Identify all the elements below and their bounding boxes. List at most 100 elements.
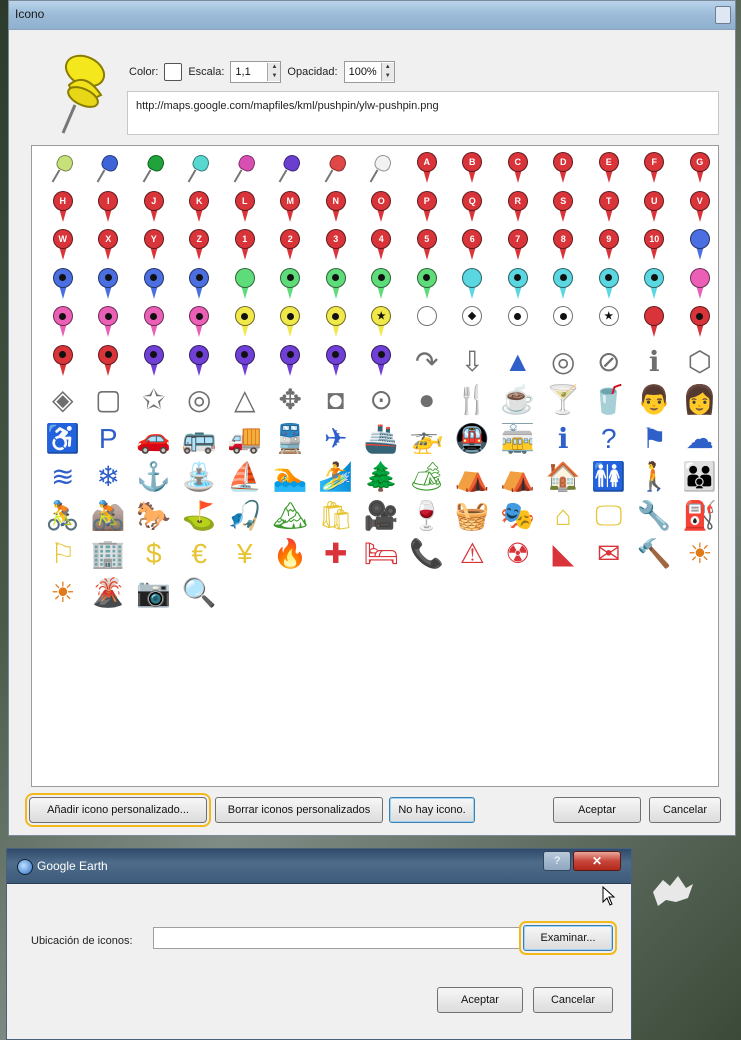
letter-marker-icon[interactable]: Y bbox=[131, 227, 177, 266]
camera-icon[interactable]: 📷 bbox=[131, 574, 177, 613]
letter-marker-icon[interactable]: 10 bbox=[632, 227, 678, 266]
marker-icon[interactable] bbox=[177, 304, 223, 343]
marker-icon[interactable]: ★ bbox=[359, 304, 405, 343]
campground-icon[interactable]: 🏕 bbox=[404, 458, 450, 497]
marker-icon[interactable] bbox=[222, 266, 268, 305]
wheelchair-icon[interactable]: ♿ bbox=[40, 420, 86, 459]
golf-icon[interactable]: ⛳ bbox=[177, 497, 223, 536]
surfing-icon[interactable]: 🏄 bbox=[313, 458, 359, 497]
no-entry-icon[interactable]: ⊘ bbox=[586, 343, 632, 382]
bar-icon[interactable]: 🍸 bbox=[541, 381, 587, 420]
letter-marker-icon[interactable]: 6 bbox=[450, 227, 496, 266]
help-icon[interactable]: ? bbox=[586, 420, 632, 459]
mountain-bike-icon[interactable]: 🚵 bbox=[86, 497, 132, 536]
ge-cancel-button[interactable]: Cancelar bbox=[533, 987, 613, 1013]
tree-icon[interactable]: 🌲 bbox=[359, 458, 405, 497]
accept-button[interactable]: Aceptar bbox=[553, 797, 641, 823]
letter-marker-icon[interactable]: A bbox=[404, 150, 450, 189]
cancel-button[interactable]: Cancelar bbox=[649, 797, 721, 823]
arrow-down-icon[interactable]: ⇩ bbox=[450, 343, 496, 382]
letter-marker-icon[interactable]: C bbox=[495, 150, 541, 189]
cycling-icon[interactable]: 🚴 bbox=[40, 497, 86, 536]
letter-marker-icon[interactable]: R bbox=[495, 189, 541, 228]
letter-marker-icon[interactable]: G bbox=[677, 150, 723, 189]
marker-icon[interactable] bbox=[677, 266, 723, 305]
marker-icon[interactable] bbox=[404, 304, 450, 343]
letter-marker-icon[interactable]: T bbox=[586, 189, 632, 228]
triangle-icon[interactable]: △ bbox=[222, 381, 268, 420]
wrench-icon[interactable]: 🔧 bbox=[632, 497, 678, 536]
horse-icon[interactable]: 🐎 bbox=[131, 497, 177, 536]
letter-marker-icon[interactable]: 7 bbox=[495, 227, 541, 266]
marker-icon[interactable] bbox=[632, 304, 678, 343]
letter-marker-icon[interactable]: 9 bbox=[586, 227, 632, 266]
letter-marker-icon[interactable]: 3 bbox=[313, 227, 359, 266]
anchor-icon[interactable]: ⚓ bbox=[131, 458, 177, 497]
search-icon[interactable]: 🔍 bbox=[177, 574, 223, 613]
ge-accept-button[interactable]: Aceptar bbox=[437, 987, 523, 1013]
fire-icon[interactable]: 🔥 bbox=[268, 535, 314, 574]
marker-icon[interactable] bbox=[268, 343, 314, 382]
hospital-icon[interactable]: ✚ bbox=[313, 535, 359, 574]
water-icon[interactable]: ≋ bbox=[40, 458, 86, 497]
sign-icon[interactable]: ⚐ bbox=[40, 535, 86, 574]
marker-icon[interactable]: ★ bbox=[586, 304, 632, 343]
repair-icon[interactable]: 🔨 bbox=[632, 535, 678, 574]
euro-icon[interactable]: € bbox=[177, 535, 223, 574]
marker-icon[interactable] bbox=[404, 266, 450, 305]
ferry-icon[interactable]: 🚢 bbox=[359, 420, 405, 459]
sunflower-icon[interactable]: ☀ bbox=[40, 574, 86, 613]
letter-marker-icon[interactable]: 8 bbox=[541, 227, 587, 266]
marker-icon[interactable] bbox=[677, 304, 723, 343]
family-icon[interactable]: 👪 bbox=[677, 458, 723, 497]
camping-icon[interactable]: ⛺ bbox=[495, 458, 541, 497]
scale-down-arrow-icon[interactable]: ▼ bbox=[268, 72, 280, 81]
volcano-icon[interactable]: 🌋 bbox=[86, 574, 132, 613]
man-icon[interactable]: 👨 bbox=[632, 381, 678, 420]
circle-icon[interactable]: ● bbox=[404, 381, 450, 420]
marker-icon[interactable] bbox=[177, 343, 223, 382]
swimming-icon[interactable]: 🏊 bbox=[268, 458, 314, 497]
delete-custom-icons-button[interactable]: Borrar iconos personalizados bbox=[215, 797, 383, 823]
truck-icon[interactable]: 🚚 bbox=[222, 420, 268, 459]
letter-marker-icon[interactable]: 2 bbox=[268, 227, 314, 266]
letter-marker-icon[interactable]: E bbox=[586, 150, 632, 189]
pushpin-icon[interactable] bbox=[359, 150, 405, 189]
pushpin-icon[interactable] bbox=[268, 150, 314, 189]
pushpin-icon[interactable] bbox=[313, 150, 359, 189]
marker-icon[interactable] bbox=[268, 304, 314, 343]
marker-icon[interactable] bbox=[177, 266, 223, 305]
sun-icon[interactable]: ☀ bbox=[677, 535, 723, 574]
building-icon[interactable]: 🏢 bbox=[86, 535, 132, 574]
car-icon[interactable]: 🚗 bbox=[131, 420, 177, 459]
park-icon[interactable]: 🏔 bbox=[268, 497, 314, 536]
color-picker[interactable] bbox=[164, 63, 183, 81]
letter-marker-icon[interactable]: 1 bbox=[222, 227, 268, 266]
letter-marker-icon[interactable]: O bbox=[359, 189, 405, 228]
marker-icon[interactable] bbox=[495, 304, 541, 343]
marker-icon[interactable] bbox=[313, 343, 359, 382]
ge-close-button[interactable]: ✕ bbox=[573, 851, 621, 871]
drink-icon[interactable]: 🥤 bbox=[586, 381, 632, 420]
icon-location-input[interactable] bbox=[153, 927, 521, 949]
snow-icon[interactable]: ❄ bbox=[86, 458, 132, 497]
marker-icon[interactable] bbox=[541, 266, 587, 305]
marker-icon[interactable] bbox=[632, 266, 678, 305]
tram-icon[interactable]: 🚋 bbox=[495, 420, 541, 459]
letter-marker-icon[interactable]: F bbox=[632, 150, 678, 189]
mail-icon[interactable]: ✉ bbox=[586, 535, 632, 574]
bus-icon[interactable]: 🚌 bbox=[177, 420, 223, 459]
radiation-icon[interactable]: ☢ bbox=[495, 535, 541, 574]
yen-icon[interactable]: ¥ bbox=[222, 535, 268, 574]
coffee-icon[interactable]: ☕ bbox=[495, 381, 541, 420]
theater-icon[interactable]: 🎭 bbox=[495, 497, 541, 536]
hiking-icon[interactable]: 🚶 bbox=[632, 458, 678, 497]
letter-marker-icon[interactable]: U bbox=[632, 189, 678, 228]
train-icon[interactable]: 🚆 bbox=[268, 420, 314, 459]
help-button[interactable]: ? bbox=[543, 851, 571, 871]
scale-stepper[interactable]: 1,1 ▲ ▼ bbox=[230, 61, 282, 83]
restaurant-icon[interactable]: 🍴 bbox=[450, 381, 496, 420]
marker-icon[interactable] bbox=[677, 227, 723, 266]
letter-marker-icon[interactable]: M bbox=[268, 189, 314, 228]
fishing-icon[interactable]: 🎣 bbox=[222, 497, 268, 536]
